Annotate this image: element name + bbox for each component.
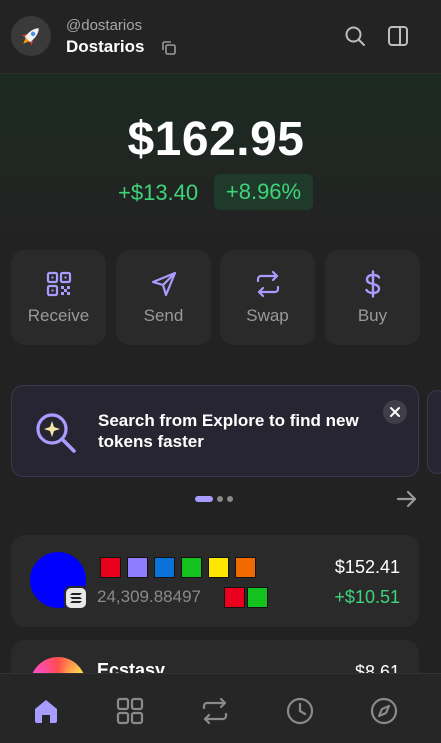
token-row[interactable]: 24,309.88497 $152.41 +$10.51: [11, 535, 419, 627]
swap-button[interactable]: Swap: [220, 250, 315, 345]
nav-collectibles[interactable]: [115, 696, 145, 726]
arrow-right-icon[interactable]: [396, 488, 418, 510]
banner-text: Search from Explore to find new tokens f…: [98, 411, 359, 451]
receive-button[interactable]: Receive: [11, 250, 106, 345]
grid-icon: [116, 697, 144, 725]
search-icon[interactable]: [343, 24, 367, 48]
buy-label: Buy: [357, 306, 388, 325]
balance-change-value: +$13.40: [118, 180, 199, 205]
explore-promo-banner[interactable]: Search from Explore to find new tokens f…: [11, 385, 419, 477]
name-swatch-blue: [154, 557, 175, 578]
name-swatch-green: [181, 557, 202, 578]
token-amount: 24,309.88497: [97, 587, 201, 606]
nav-explore[interactable]: [369, 696, 399, 726]
next-banner-card[interactable]: [427, 390, 441, 474]
name-swatch-yellow: [208, 557, 229, 578]
rocket-icon: [21, 28, 39, 46]
name-swatch-orange: [235, 557, 256, 578]
token-change: +$10.51: [334, 587, 400, 607]
account-name[interactable]: Dostarios: [66, 37, 144, 57]
swap-label: Swap: [246, 306, 289, 325]
send-button[interactable]: Send: [116, 250, 211, 345]
send-label: Send: [143, 306, 184, 325]
header: @dostarios Dostarios: [0, 0, 441, 74]
sidebar-toggle-icon[interactable]: [386, 24, 410, 48]
amount-swatch-green: [247, 587, 268, 608]
dollar-icon: [365, 270, 381, 298]
nav-activity[interactable]: [285, 696, 315, 726]
name-swatch-red: [100, 557, 121, 578]
total-balance: $162.95: [127, 113, 305, 166]
network-badge: [64, 586, 88, 610]
token-value: $152.41: [334, 557, 400, 577]
wallet-app: @dostarios Dostarios $162.95 +$13.40 +8.…: [0, 0, 441, 743]
name-swatch-purple: [127, 557, 148, 578]
send-icon: [151, 271, 177, 297]
bottom-nav: [0, 673, 441, 743]
home-icon: [35, 700, 57, 723]
solana-icon: [70, 593, 82, 603]
balance-change-percent: +8.96%: [214, 174, 313, 210]
avatar[interactable]: [11, 16, 51, 56]
compass-icon: [370, 697, 398, 725]
receive-label: Receive: [27, 306, 90, 325]
balance-change-percent-label: +8.96%: [225, 179, 302, 204]
nav-swap[interactable]: [200, 696, 230, 726]
buy-button[interactable]: Buy: [325, 250, 420, 345]
carousel-dot[interactable]: [227, 496, 233, 502]
banner-close-button[interactable]: [383, 400, 407, 424]
account-handle: @dostarios: [66, 17, 143, 34]
search-sparkle-icon: [36, 413, 76, 453]
clock-icon: [286, 697, 314, 725]
nav-home[interactable]: [31, 696, 61, 726]
qr-code-icon: [46, 271, 72, 297]
carousel-dot[interactable]: [217, 496, 223, 502]
copy-icon[interactable]: [160, 39, 178, 57]
amount-swatch-red: [224, 587, 245, 608]
carousel-dot-active[interactable]: [195, 496, 213, 502]
close-icon: [390, 407, 400, 417]
swap-icon: [256, 270, 280, 298]
swap-icon: [202, 697, 228, 725]
